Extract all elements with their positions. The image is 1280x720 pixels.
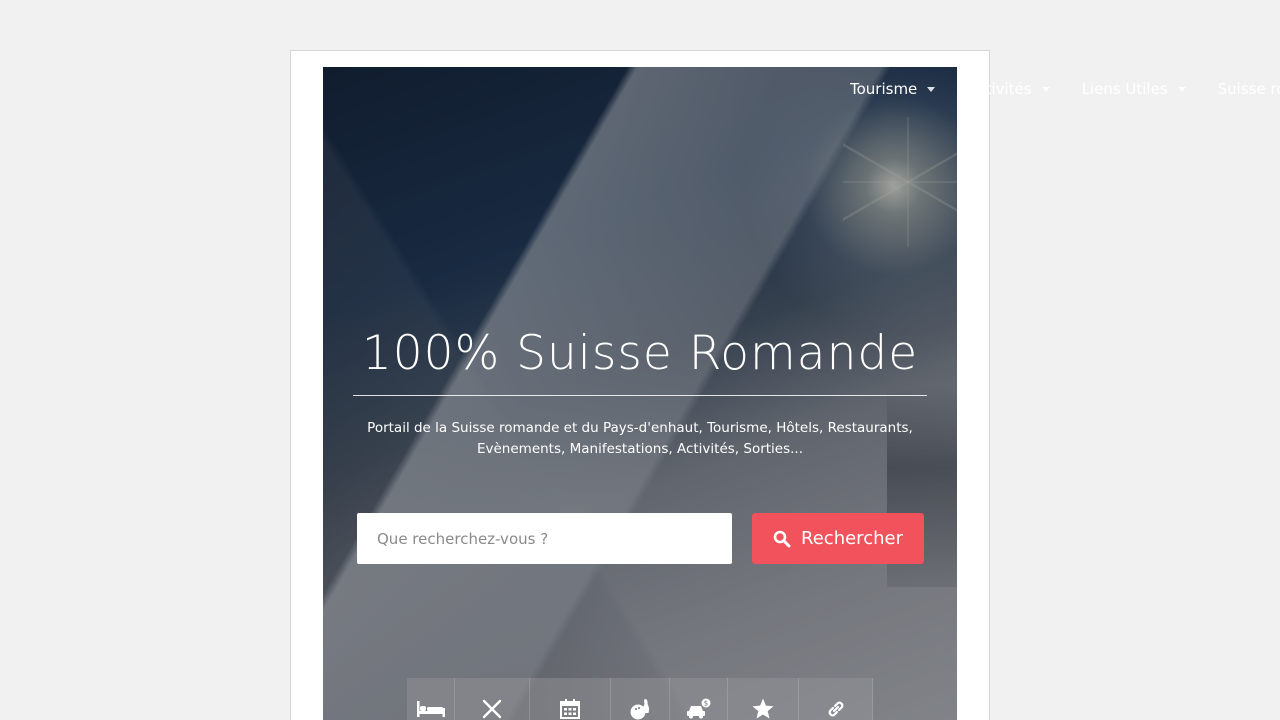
nav-item-label: Activités [967,80,1032,98]
calendar-icon [559,686,581,720]
car-dollar-icon: $ [686,686,712,720]
svg-text:$: $ [703,700,707,708]
search-input[interactable] [357,513,732,564]
category-bar: $ [407,678,873,720]
category-liens[interactable] [799,678,873,720]
main-nav-clip: Tourisme Activités Liens Utiles Suisse r… [850,80,1280,114]
search-icon [773,530,791,548]
hero-banner [323,67,957,720]
category-transports[interactable]: $ [670,678,728,720]
nav-item-label: Suisse romande [1217,80,1280,98]
category-hotels[interactable] [407,678,455,720]
bed-icon [416,687,446,719]
hero-subtitle-line2: Evènements, Manifestations, Activités, S… [476,441,804,457]
category-restaurants[interactable] [455,678,530,720]
hero-overlay [323,67,957,720]
link-icon [824,685,848,720]
search-button-label: Rechercher [801,528,903,549]
nav-item-activites[interactable]: Activités [967,80,1050,98]
search-button[interactable]: Rechercher [752,513,924,564]
nav-item-label: Tourisme [850,80,918,98]
hero-title: 100% Suisse Romande [361,326,919,381]
nav-item-label: Liens Utiles [1081,80,1168,98]
caret-down-icon [927,86,936,92]
nav-item-liens-utiles[interactable]: Liens Utiles [1082,80,1186,98]
category-evenements[interactable] [530,678,611,720]
caret-down-icon [1177,86,1186,92]
nav-item-suisse-romande[interactable]: Suisse romande [1218,80,1280,98]
category-activites[interactable] [611,678,670,720]
hero-subtitle: Portail de la Suisse romande et du Pays-… [353,418,927,460]
hero-subtitle-line1: Portail de la Suisse romande et du Pays-… [367,420,913,436]
title-divider [353,395,927,396]
caret-down-icon [1041,86,1050,92]
star-icon [751,685,775,720]
main-nav: Tourisme Activités Liens Utiles Suisse r… [850,80,1280,98]
nav-item-tourisme[interactable]: Tourisme [850,80,936,98]
bowling-icon [629,685,651,720]
utensils-icon [480,685,504,720]
category-favoris[interactable] [728,678,799,720]
